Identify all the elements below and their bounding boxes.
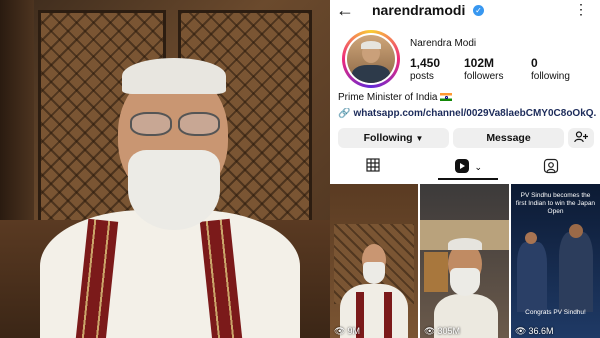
stat-following-label: following — [531, 71, 570, 82]
stat-following-value: 0 — [531, 56, 538, 70]
message-button-label: Message — [486, 132, 531, 144]
stat-posts-value: 1,450 — [410, 56, 441, 70]
reels-icon — [455, 159, 469, 173]
avatar — [345, 33, 397, 85]
profile-full-name: Narendra Modi — [410, 38, 477, 49]
top-bar: ← narendramodi ✓ ⋮ — [330, 0, 600, 22]
profile-username: narendramodi — [372, 2, 466, 18]
profile-bio: Prime Minister of India — [338, 92, 453, 103]
following-button[interactable]: Following ▼ — [338, 128, 449, 148]
following-button-label: Following — [363, 132, 413, 144]
avatar-story-ring[interactable] — [342, 30, 400, 88]
verified-badge-icon: ✓ — [473, 5, 484, 16]
stat-following[interactable]: 0 following — [531, 56, 570, 82]
add-person-icon — [574, 131, 588, 143]
tab-posts[interactable] — [366, 158, 386, 176]
reel-views: 👁 9M — [334, 326, 360, 337]
arrow-left-icon[interactable]: ← — [336, 1, 354, 19]
bio-text: Prime Minister of India — [338, 92, 438, 103]
reel-views-count: 305M — [437, 326, 460, 336]
tagged-icon — [543, 158, 559, 174]
reel-views-count: 9M — [347, 326, 360, 336]
chevron-down-icon: ▼ — [415, 134, 424, 143]
eye-icon: 👁 — [424, 326, 436, 336]
add-person-button[interactable] — [568, 128, 594, 148]
reel-views: 👁 305M — [424, 326, 460, 337]
reel-views: 👁 36.6M — [515, 326, 553, 337]
chevron-down-icon: ⌄ — [474, 162, 482, 172]
tab-tagged[interactable] — [543, 158, 563, 176]
tab-reels[interactable]: ⌄ — [454, 158, 490, 176]
link-icon: 🔗 — [338, 108, 351, 119]
stat-posts-label: posts — [410, 71, 434, 82]
speaker — [0, 0, 330, 338]
reel-thumbnail[interactable]: PV Sindhu becomes the first Indian to wi… — [511, 184, 600, 338]
stat-followers[interactable]: 102M followers — [464, 56, 503, 82]
message-button[interactable]: Message — [453, 128, 564, 148]
grid-icon — [366, 158, 380, 172]
profile-tabs: ⌄ — [330, 154, 600, 180]
stat-followers-value: 102M — [464, 56, 495, 70]
stat-followers-label: followers — [464, 71, 504, 82]
reel-caption-bottom: Congrats PV Sindhu! — [525, 309, 586, 316]
active-tab-indicator — [438, 178, 498, 180]
india-flag-icon — [440, 93, 453, 101]
reel-thumbnail[interactable]: 👁 305M — [420, 184, 509, 338]
reel-caption: PV Sindhu becomes the first Indian to wi… — [515, 192, 596, 215]
reel-views-count: 36.6M — [528, 326, 554, 336]
profile-panel: ← narendramodi ✓ ⋮ Narendra Modi 1,450 p… — [330, 0, 600, 338]
reel-thumbnail[interactable]: 👁 9M — [330, 184, 418, 338]
video-frame[interactable] — [0, 0, 330, 338]
stat-posts[interactable]: 1,450 posts — [410, 56, 440, 82]
profile-link[interactable]: 🔗 whatsapp.com/channel/0029Va8laebCMY0C8o… — [338, 108, 596, 119]
more-vertical-icon[interactable]: ⋮ — [574, 2, 588, 16]
profile-link-text[interactable]: whatsapp.com/channel/0029Va8laebCMY0C8oO… — [353, 108, 596, 119]
eye-icon: 👁 — [515, 326, 527, 336]
eye-icon: 👁 — [334, 326, 346, 336]
